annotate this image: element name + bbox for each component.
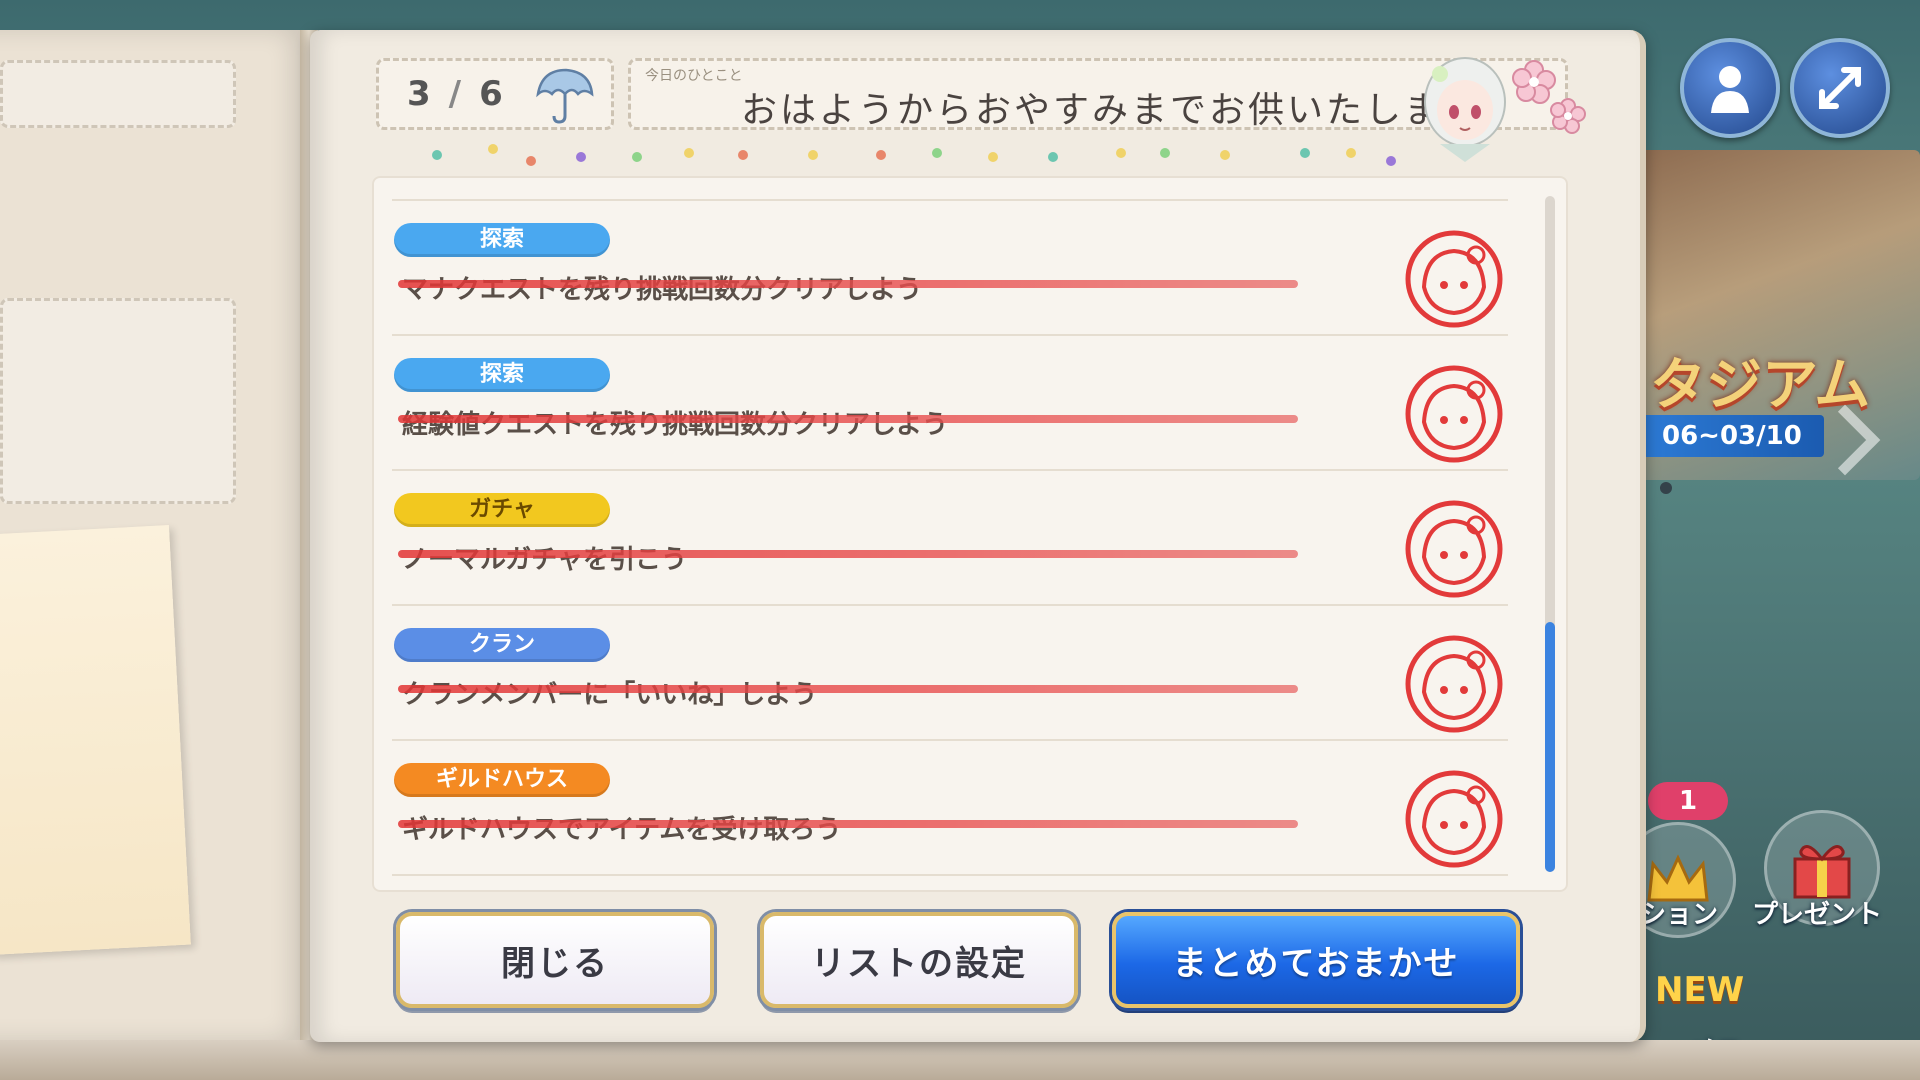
confetti-dot — [1386, 156, 1396, 166]
mission-row[interactable]: ガチャ ノーマルガチャを引こう — [372, 471, 1568, 606]
mission-row[interactable]: クラン クランメンバーに「いいね」しよう — [372, 606, 1568, 741]
confetti-dot — [932, 148, 942, 158]
present-label: プレゼント — [1752, 900, 1883, 930]
fullscreen-arrows-icon[interactable] — [1790, 38, 1890, 138]
left-notebook-page — [0, 30, 310, 1040]
list-settings-button[interactable]: リストの設定 — [760, 912, 1078, 1008]
mission-row-partial — [372, 176, 1568, 201]
confetti-dot — [432, 150, 442, 160]
daily-quote-text: おはようからおやすみまでお供いたします。 — [741, 90, 1518, 131]
flower-decoration-icon — [1510, 56, 1590, 136]
completed-strike — [398, 820, 1298, 828]
confetti-dot — [1220, 150, 1230, 160]
new-badge: NEW — [1655, 970, 1745, 1010]
character-silhouette-icon[interactable] — [1680, 38, 1780, 138]
category-tag: ガチャ — [394, 493, 610, 527]
sticky-note — [0, 525, 191, 955]
category-tag: クラン — [394, 628, 610, 662]
confetti-dot — [1300, 148, 1310, 158]
auto-all-button[interactable]: まとめておまかせ — [1112, 912, 1520, 1008]
mission-label: ション — [1640, 900, 1719, 930]
confetti-dot — [684, 148, 694, 158]
scrollbar-thumb[interactable] — [1545, 622, 1555, 872]
bottom-nav-bar — [0, 1040, 1920, 1080]
category-tag: 探索 — [394, 358, 610, 392]
confetti-dot — [876, 150, 886, 160]
completed-stamp-icon — [1405, 365, 1503, 463]
page-separator: / — [448, 74, 464, 114]
mission-row[interactable]: 探索 マナクエストを残り挑戦回数分クリアしよう — [372, 201, 1568, 336]
close-button[interactable]: 閉じる — [396, 912, 714, 1008]
character-portrait — [1410, 44, 1520, 168]
page-total: 6 — [479, 74, 505, 114]
confetti-dot — [1346, 148, 1356, 158]
mission-row[interactable]: 探索 経験値クエストを残り挑戦回数分クリアしよう — [372, 336, 1568, 471]
confetti-dot — [808, 150, 818, 160]
confetti-dot — [988, 152, 998, 162]
event-banner-title: タジアム — [1650, 353, 1871, 418]
quote-caption: 今日のひとこと — [645, 68, 743, 84]
category-tag: ギルドハウス — [394, 763, 610, 797]
left-page-box — [0, 60, 236, 128]
event-banner-date: 06~03/10 — [1640, 415, 1824, 457]
row-separator — [392, 874, 1508, 876]
confetti-dot — [488, 144, 498, 154]
completed-strike — [398, 415, 1298, 423]
confetti-dot — [632, 152, 642, 162]
completed-stamp-icon — [1405, 770, 1503, 868]
completed-strike — [398, 550, 1298, 558]
umbrella-icon — [532, 64, 596, 126]
confetti-dot — [1116, 148, 1126, 158]
mission-list[interactable]: 探索 マナクエストを残り挑戦回数分クリアしよう 探索 経験値クエストを残り挑戦回… — [372, 176, 1568, 892]
left-page-box — [0, 298, 236, 504]
category-tag: 探索 — [394, 223, 610, 257]
banner-page-dot — [1660, 482, 1672, 494]
confetti-dot — [738, 150, 748, 160]
confetti-dot — [1160, 148, 1170, 158]
completed-strike — [398, 280, 1298, 288]
mission-count-badge: 1 — [1648, 782, 1728, 820]
confetti-dot — [576, 152, 586, 162]
page-current: 3 — [407, 74, 433, 114]
mission-row[interactable]: ギルドハウス ギルドハウスでアイテムを受け取ろう — [372, 741, 1568, 876]
completed-strike — [398, 685, 1298, 693]
confetti-dot — [1048, 152, 1058, 162]
completed-stamp-icon — [1405, 635, 1503, 733]
completed-stamp-icon — [1405, 230, 1503, 328]
completed-stamp-icon — [1405, 500, 1503, 598]
confetti-dot — [526, 156, 536, 166]
